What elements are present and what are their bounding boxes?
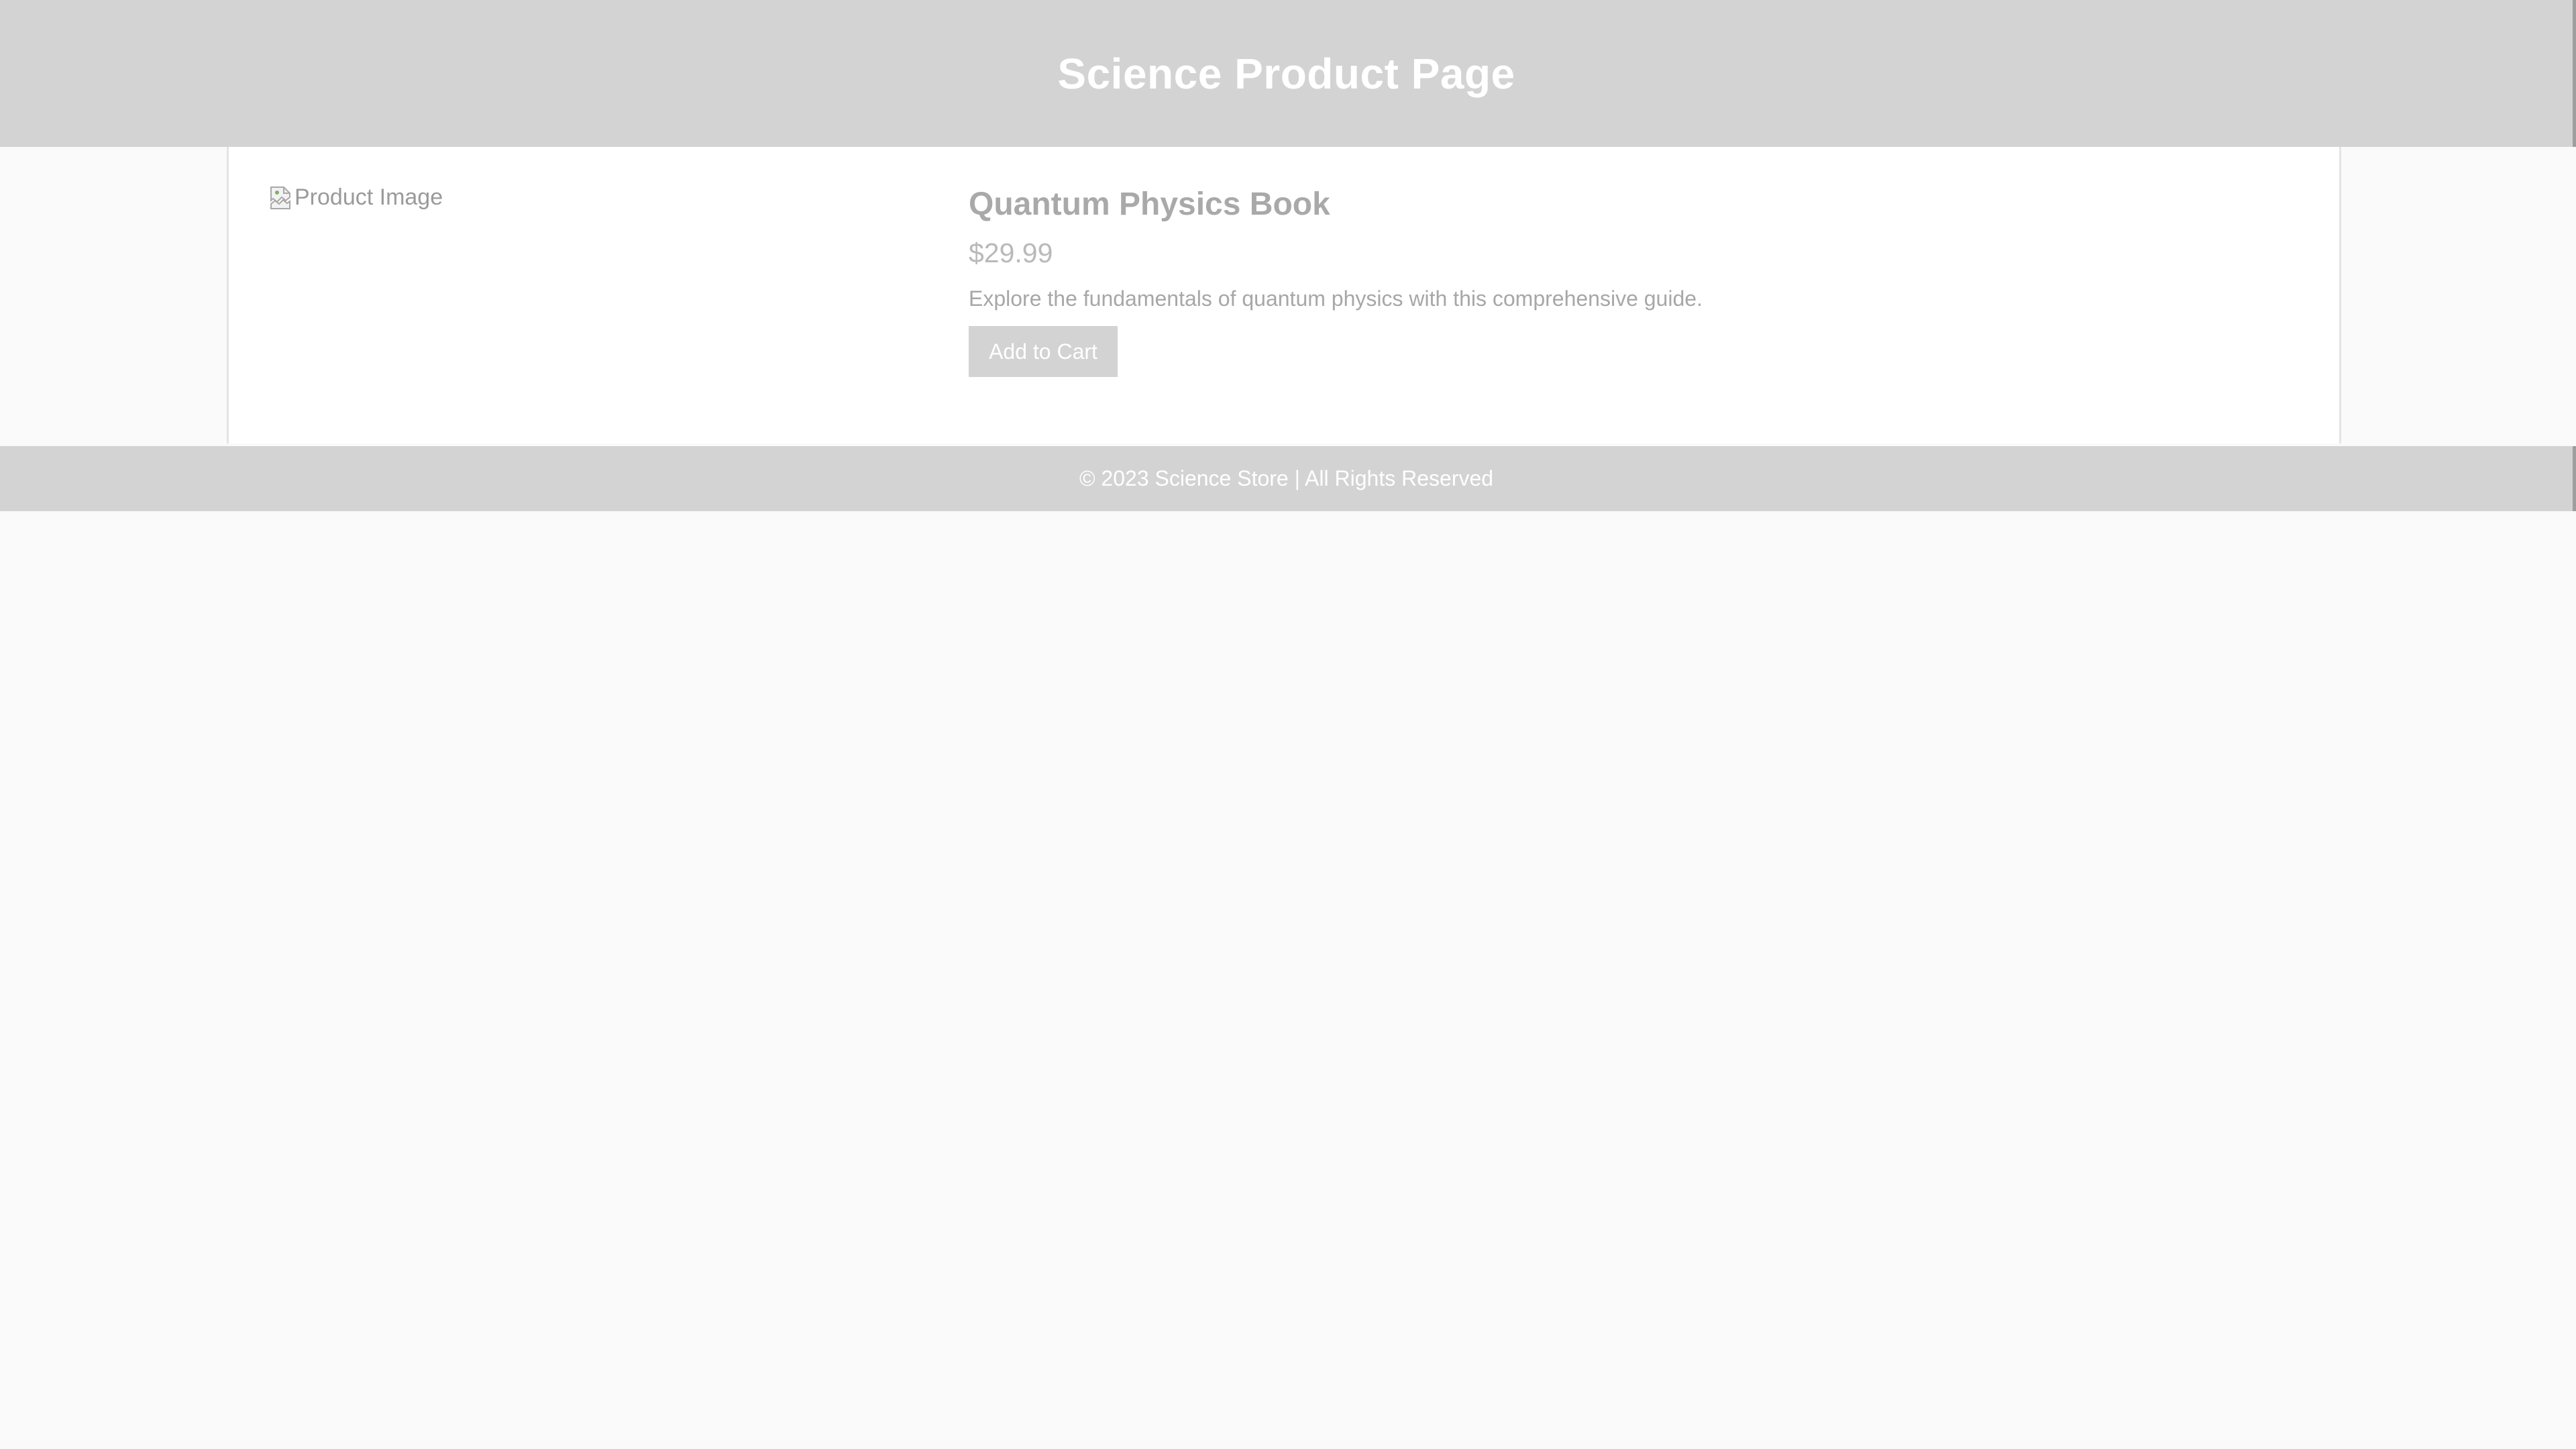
- product-image-alt-text: Product Image: [294, 184, 443, 210]
- product-price: $29.99: [969, 237, 1053, 268]
- product-card: Product Image Quantum Physics Book $29.9…: [227, 147, 2341, 443]
- product-image: Product Image: [269, 184, 443, 211]
- page-header: Science Product Page: [0, 0, 2576, 147]
- broken-image-icon: [269, 185, 293, 211]
- page-footer: © 2023 Science Store | All Rights Reserv…: [0, 446, 2576, 511]
- product-description: Explore the fundamentals of quantum phys…: [969, 286, 1703, 311]
- product-info: Quantum Physics Book $29.99 Explore the …: [969, 186, 1703, 377]
- product-name: Quantum Physics Book: [969, 186, 1330, 222]
- footer-copyright: © 2023 Science Store | All Rights Reserv…: [1079, 466, 1494, 490]
- page-title: Science Product Page: [1057, 49, 1515, 98]
- add-to-cart-button[interactable]: Add to Cart: [969, 326, 1118, 377]
